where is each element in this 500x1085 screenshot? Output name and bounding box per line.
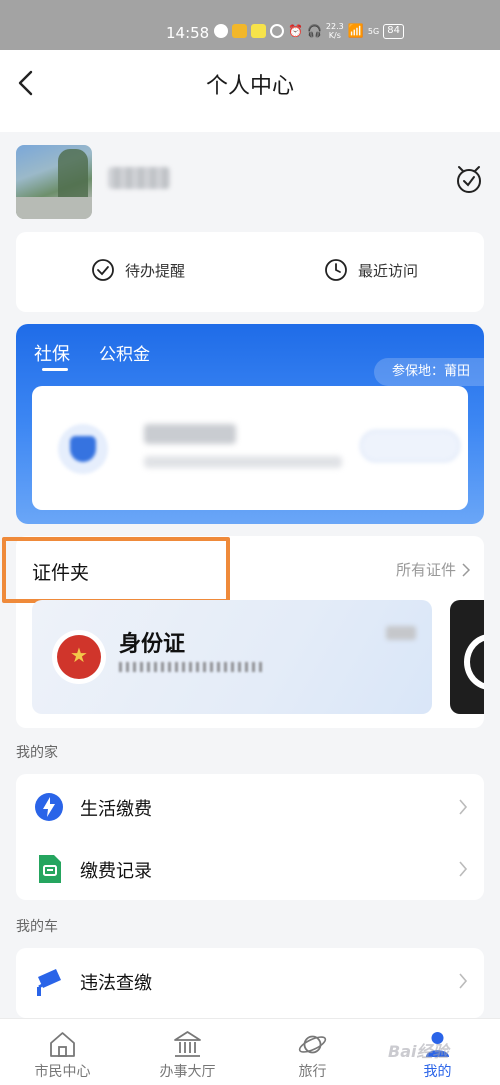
quick-actions-card: 待办提醒 最近访问	[16, 232, 484, 312]
social-security-card: 社保 公积金 参保地：莆田	[16, 324, 484, 524]
app-notification-icon	[251, 24, 266, 38]
todo-reminder-label: 待办提醒	[125, 261, 186, 280]
battery-indicator: 84	[383, 23, 404, 39]
nfc-icon	[270, 24, 284, 38]
blurred-action-button[interactable]	[360, 430, 460, 462]
recent-visits-button[interactable]: 最近访问	[324, 258, 418, 282]
wifi-icon: 📶	[347, 23, 364, 39]
page-title: 个人中心	[205, 74, 294, 99]
insured-region-badge: 参保地：莆田	[373, 358, 484, 386]
tab-social-security[interactable]: 社保	[34, 340, 70, 366]
blurred-number	[144, 456, 342, 468]
status-icons: ⏰ 🎧 22.3 K/s 📶 5G 84	[214, 22, 404, 40]
social-security-logo-icon	[58, 424, 108, 474]
todo-reminder-button[interactable]: 待办提醒	[91, 258, 185, 282]
avatar[interactable]	[16, 145, 92, 219]
nav-bar: 个人中心	[0, 50, 500, 132]
chevron-right-icon	[459, 799, 468, 815]
list-item-violation-payment[interactable]: 违法查缴	[16, 950, 484, 1012]
tab-travel[interactable]: 旅行	[250, 1019, 375, 1085]
tab-active-indicator	[42, 368, 68, 371]
all-certificates-link[interactable]: 所有证件	[396, 559, 470, 580]
chevron-right-icon	[462, 562, 470, 577]
certificates-title: 证件夹	[32, 562, 90, 584]
camera-icon	[37, 969, 61, 996]
tab-label: 我的	[423, 1064, 452, 1080]
blurred-name	[144, 424, 236, 444]
home-section-label: 我的家	[16, 745, 58, 761]
list-item-utility-payment[interactable]: 生活缴费	[16, 776, 484, 838]
tab-citizen-center[interactable]: 市民中心	[0, 1019, 125, 1085]
check-circle-icon	[92, 259, 114, 281]
violation-payment-label: 违法查缴	[80, 973, 152, 994]
id-tag-blurred	[386, 626, 416, 640]
tab-label: 市民中心	[34, 1064, 91, 1080]
recent-visits-label: 最近访问	[358, 261, 419, 280]
certificates-card: 证件夹 所有证件 身份证	[2, 536, 484, 728]
car-services-card: 违法查缴	[16, 948, 484, 1018]
clock-icon	[325, 259, 347, 281]
id-card[interactable]: 身份证	[32, 600, 432, 714]
building-icon	[174, 1031, 201, 1057]
payment-records-label: 缴费记录	[80, 861, 152, 882]
status-time: 14:58	[166, 24, 210, 42]
next-certificate-card[interactable]	[450, 600, 484, 714]
chevron-right-icon	[459, 861, 468, 877]
profile-header	[16, 145, 486, 220]
list-item-payment-records[interactable]: 缴费记录	[16, 838, 484, 900]
tab-label: 旅行	[298, 1064, 327, 1080]
alarm-icon: ⏰	[288, 24, 303, 38]
timer-icon[interactable]	[454, 163, 484, 195]
car-section-label: 我的车	[16, 919, 58, 935]
home-services-card: 生活缴费 缴费记录	[16, 774, 484, 900]
chat-bubble-icon	[214, 24, 228, 38]
tab-label: 办事大厅	[159, 1064, 216, 1080]
network-speed: 22.3 K/s	[325, 22, 344, 40]
social-security-detail[interactable]	[32, 386, 468, 510]
utility-payment-label: 生活缴费	[80, 799, 152, 820]
headphone-icon: 🎧	[306, 24, 322, 38]
id-card-label: 身份证	[119, 632, 186, 657]
watermark-text: Bai经验	[388, 1042, 449, 1061]
status-bar: 14:58 ⏰ 🎧 22.3 K/s 📶 5G 84	[0, 0, 500, 50]
app-notification-icon	[232, 24, 247, 38]
tab-service-hall[interactable]: 办事大厅	[125, 1019, 250, 1085]
user-name-blurred	[108, 167, 170, 189]
signal-label: 5G	[367, 26, 380, 36]
all-certificates-label: 所有证件	[395, 561, 456, 579]
chevron-right-icon	[459, 973, 468, 989]
lightning-icon	[35, 793, 63, 821]
id-number-masked	[119, 662, 263, 672]
tab-housing-fund[interactable]: 公积金	[99, 340, 150, 365]
document-icon	[39, 855, 61, 883]
national-emblem-icon	[52, 630, 106, 684]
home-icon	[50, 1032, 75, 1057]
planet-icon	[298, 1035, 327, 1054]
